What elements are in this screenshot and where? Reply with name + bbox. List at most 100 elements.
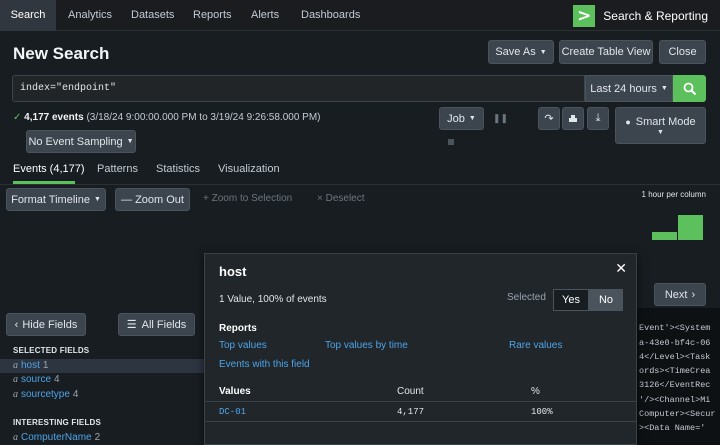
hide-fields-label: Hide Fields [22,318,78,331]
save-as-label: Save As [495,46,536,58]
event-text-line: '/><Channel>Mi [639,395,711,405]
search-button[interactable] [673,75,706,102]
event-text-line: ords><TimeCrea [639,366,711,376]
tab-statistics[interactable]: Statistics [156,163,200,175]
search-input[interactable]: index="endpoint" [12,75,585,102]
time-range-label: Last 24 hours [590,82,657,95]
format-timeline-label: Format Timeline [11,193,90,206]
values-column-header: Values [219,386,251,397]
search-mode-dropdown[interactable]: ● Smart Mode ▼ [615,107,706,144]
caret-down-icon: ▼ [93,196,101,203]
print-button[interactable] [562,107,584,130]
event-text-line: 4</Level><Task [639,352,711,362]
caret-down-icon: ▼ [660,85,668,92]
event-text-line: Computer><Secur [639,409,716,419]
all-fields-button[interactable]: ☰ All Fields [118,313,195,336]
field-name: ComputerName [21,432,92,443]
tab-events[interactable]: Events (4,177) [13,163,85,175]
field-sourcetype[interactable]: a sourcetype 4 [0,388,204,402]
field-source[interactable]: a source 4 [0,373,204,387]
value-cell[interactable]: DC-01 [219,407,246,417]
chevron-right-icon: › [691,288,696,301]
chevron-left-icon: ‹ [14,318,19,331]
pause-icon[interactable]: ❚❚ [493,113,508,124]
save-as-button[interactable]: Save As ▼ [488,40,554,64]
caret-down-icon: ▼ [126,138,134,145]
event-text-line: 3126</EventRec [639,380,711,390]
field-count: 4 [72,389,79,400]
deselect-button[interactable]: × Deselect [317,193,365,204]
timeline-scale: 1 hour per column [641,190,706,199]
export-button[interactable]: ⤓ [587,107,609,130]
events-count: 4,177 events [24,112,84,123]
selected-yes-toggle[interactable]: Yes [553,289,589,311]
tab-patterns[interactable]: Patterns [97,163,138,175]
page-title: New Search [13,44,110,63]
percent-cell: 100% [531,407,553,417]
top-values-by-time-link[interactable]: Top values by time [325,340,408,351]
count-cell: 4,177 [397,407,425,417]
time-range-picker[interactable]: Last 24 hours ▼ [585,75,673,102]
next-label: Next [664,288,688,301]
close-icon[interactable]: ✕ [615,261,627,277]
percent-column-header: % [531,386,540,397]
event-text-line: a-43e0-bf4c-06 [639,338,711,348]
stop-icon[interactable] [448,139,454,145]
nav-dashboards[interactable]: Dashboards [301,0,360,31]
nav-datasets[interactable]: Datasets [131,0,174,31]
tab-visualization[interactable]: Visualization [218,163,280,175]
event-text-line: ><Data Name=' [639,423,706,433]
selected-fields-heading: SELECTED FIELDS [13,346,90,355]
event-text-line: Event'><System [639,323,711,333]
timeline-bar[interactable] [678,215,703,240]
list-icon: ☰ [126,319,137,331]
app-logo-icon: > [573,4,596,27]
field-count: 2 [94,432,101,443]
top-values-link[interactable]: Top values [219,340,267,351]
field-computername[interactable]: a ComputerName 2 [0,431,204,445]
close-button[interactable]: Close [659,40,706,64]
search-mode-label: Smart Mode [635,115,696,128]
events-with-field-link[interactable]: Events with this field [219,359,310,370]
create-table-view-button[interactable]: Create Table View [559,40,653,64]
format-timeline-dropdown[interactable]: Format Timeline ▼ [6,188,106,211]
nav-alerts[interactable]: Alerts [251,0,279,31]
popover-title: host [219,264,247,279]
next-page-button[interactable]: Next › [654,283,706,306]
selected-no-toggle[interactable]: No [589,289,623,311]
caret-down-icon: ▼ [468,115,476,122]
share-button[interactable]: ↷ [538,107,560,130]
print-icon [569,114,577,122]
app-name: Search & Reporting [603,8,708,23]
field-host[interactable]: a host 1 [0,359,204,373]
rare-values-link[interactable]: Rare values [509,340,562,351]
job-dropdown[interactable]: Job ▼ [439,107,484,130]
count-column-header: Count [397,386,424,397]
field-summary-popover: host ✕ 1 Value, 100% of events Selected … [204,253,637,445]
bulb-icon: ● [625,116,631,127]
zoom-out-button[interactable]: — Zoom Out [115,188,190,211]
share-icon: ↷ [544,113,554,125]
field-name: source [21,374,52,385]
nav-search[interactable]: Search [0,0,56,31]
field-type-icon: a [13,432,18,443]
check-icon: ✓ [13,112,22,123]
all-fields-label: All Fields [141,318,187,331]
caret-down-icon: ▼ [657,128,664,136]
zoom-to-selection-button[interactable]: + Zoom to Selection [203,193,292,204]
nav-analytics[interactable]: Analytics [68,0,112,31]
search-status: ✓ 4,177 events (3/18/24 9:00:00.000 PM t… [13,112,321,123]
top-nav: Search Analytics Datasets Reports Alerts… [0,0,720,31]
hide-fields-button[interactable]: ‹ Hide Fields [6,313,86,336]
app-brand[interactable]: > Search & Reporting [573,4,708,27]
field-type-icon: a [13,374,18,385]
event-sampling-label: No Event Sampling [28,135,123,148]
field-count: 1 [42,360,49,371]
download-icon: ⤓ [595,112,601,124]
selected-label: Selected [507,292,546,303]
timeline-bar[interactable] [652,232,677,240]
field-type-icon: a [13,360,18,371]
event-sampling-dropdown[interactable]: No Event Sampling ▼ [26,130,136,153]
field-count: 4 [54,374,60,385]
nav-reports[interactable]: Reports [193,0,232,31]
